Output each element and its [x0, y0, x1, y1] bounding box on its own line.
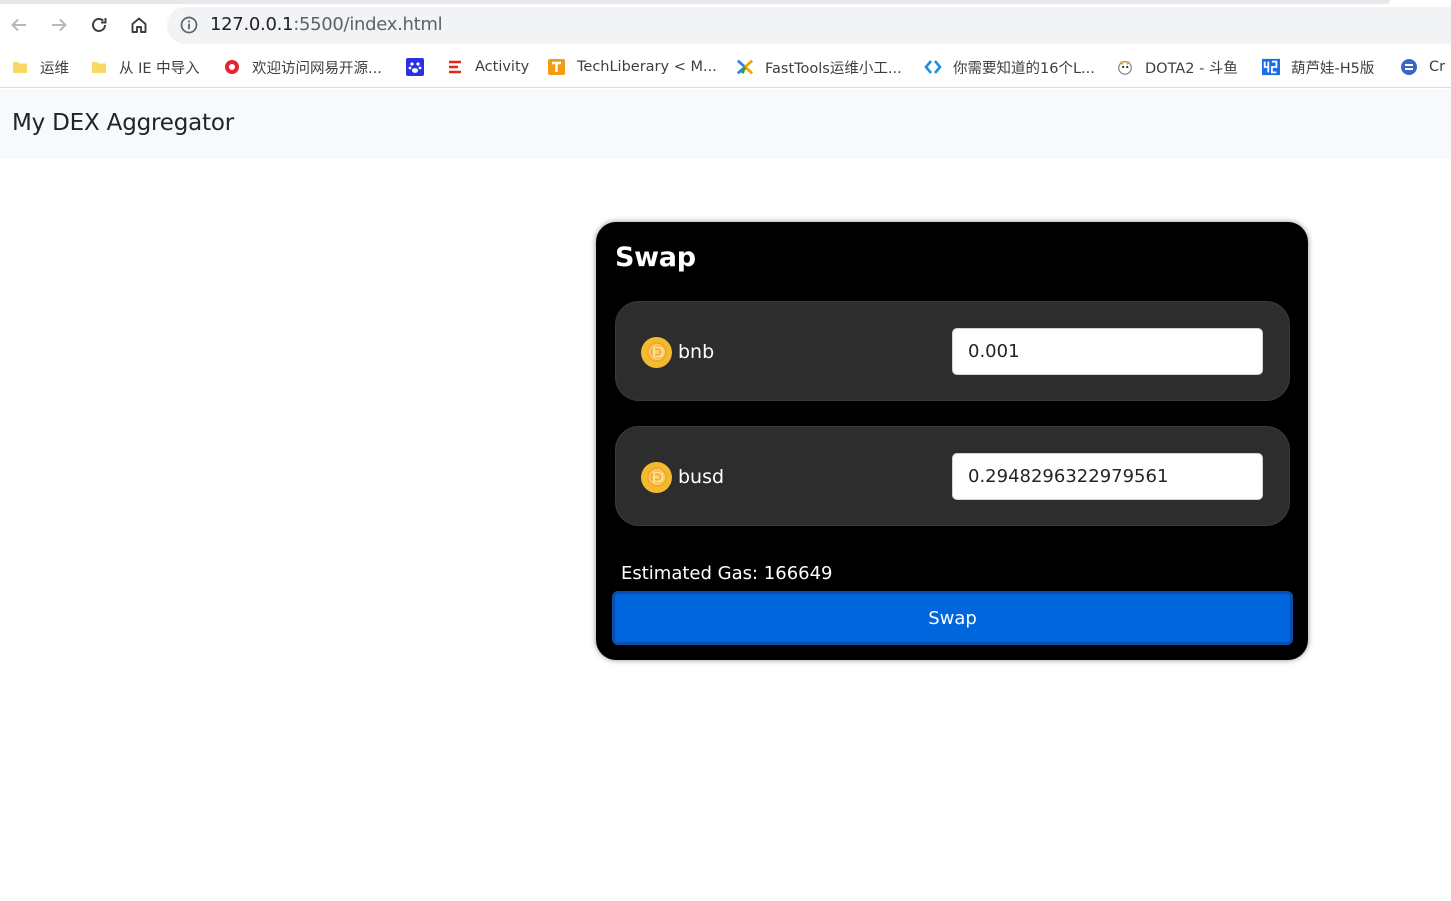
- arrow-left-icon: [11, 18, 26, 32]
- address-url[interactable]: 127.0.0.1:5500/index.html: [210, 14, 443, 35]
- netease-icon: [223, 58, 241, 76]
- code-brackets-icon: [924, 58, 942, 76]
- bookmark-huluwa[interactable]: 葫芦娃-H5版: [1262, 55, 1374, 79]
- baidu-paw-icon: [406, 58, 424, 76]
- swap-button[interactable]: Swap: [612, 591, 1293, 645]
- bookmark-label: Activity: [475, 59, 530, 75]
- url-path: :5500/index.html: [293, 14, 443, 35]
- from-token-box: bnb: [615, 301, 1290, 401]
- from-token-selector[interactable]: bnb: [641, 336, 714, 368]
- swap-card: Swap bnb busd Estimated Gas: 166649 Swap: [596, 222, 1308, 660]
- fasttools-icon: [736, 58, 754, 76]
- swap-title: Swap: [615, 242, 696, 273]
- bookmark-label: DOTA2 - 斗鱼: [1145, 60, 1238, 77]
- folder-icon: [11, 58, 29, 76]
- from-amount-input[interactable]: [952, 328, 1263, 375]
- tech-t-icon: [548, 58, 566, 76]
- bookmarks-bar: 运维 从 IE 中导入 欢迎访问网易开源... Activity TechLib…: [0, 47, 1451, 88]
- tab-strip-edge: [0, 0, 1390, 4]
- bookmark-label: 你需要知道的16个L...: [953, 60, 1095, 77]
- reload-icon: [92, 18, 107, 32]
- bookmark-baidu[interactable]: [406, 55, 435, 79]
- bookmark-fasttools[interactable]: FastTools运维小工...: [736, 55, 902, 79]
- folder-icon: [90, 58, 108, 76]
- info-icon[interactable]: [179, 15, 199, 35]
- bookmark-label: 运维: [40, 60, 69, 77]
- bookmark-16-things[interactable]: 你需要知道的16个L...: [924, 55, 1095, 79]
- from-token-name: bnb: [678, 341, 715, 363]
- navbar-brand[interactable]: My DEX Aggregator: [12, 110, 234, 136]
- round-blue-icon: [1400, 58, 1418, 76]
- forward-button[interactable]: [44, 10, 74, 40]
- to-token-selector[interactable]: busd: [641, 461, 724, 493]
- home-button[interactable]: [124, 10, 154, 40]
- activity-icon: [446, 58, 464, 76]
- bookmark-douyu[interactable]: DOTA2 - 斗鱼: [1116, 55, 1238, 79]
- browser-toolbar: 127.0.0.1:5500/index.html: [0, 0, 1451, 47]
- bookmark-folder-ie-import[interactable]: 从 IE 中导入: [90, 55, 200, 79]
- bookmark-cr[interactable]: Cr: [1400, 55, 1445, 79]
- estimated-gas: Estimated Gas: 166649: [621, 563, 833, 584]
- to-token-box: busd: [615, 426, 1290, 526]
- bookmark-netease[interactable]: 欢迎访问网易开源...: [223, 55, 382, 79]
- page-navbar: My DEX Aggregator: [0, 89, 1451, 159]
- bookmark-label: 葫芦娃-H5版: [1291, 60, 1375, 77]
- coin-icon: [641, 336, 672, 368]
- coin-icon: [641, 461, 672, 493]
- back-button[interactable]: [4, 10, 34, 40]
- bookmark-folder-ops[interactable]: 运维: [11, 55, 69, 79]
- arrow-right-icon: [52, 18, 67, 32]
- bookmark-label: FastTools运维小工...: [765, 60, 902, 77]
- url-host: 127.0.0.1: [210, 14, 294, 35]
- reload-button[interactable]: [84, 10, 114, 40]
- bookmark-label: TechLiberary < M...: [577, 59, 717, 75]
- bookmark-label: 欢迎访问网易开源...: [252, 60, 382, 77]
- douyu-icon: [1116, 58, 1134, 76]
- h5-icon: [1262, 58, 1280, 76]
- to-amount-input[interactable]: [952, 453, 1263, 500]
- bookmark-activity[interactable]: Activity: [446, 55, 529, 79]
- bookmark-techliberary[interactable]: TechLiberary < M...: [548, 55, 717, 79]
- home-icon: [131, 17, 147, 33]
- bookmark-label: 从 IE 中导入: [119, 60, 200, 77]
- to-token-name: busd: [678, 466, 725, 488]
- bookmark-label: Cr: [1429, 59, 1446, 75]
